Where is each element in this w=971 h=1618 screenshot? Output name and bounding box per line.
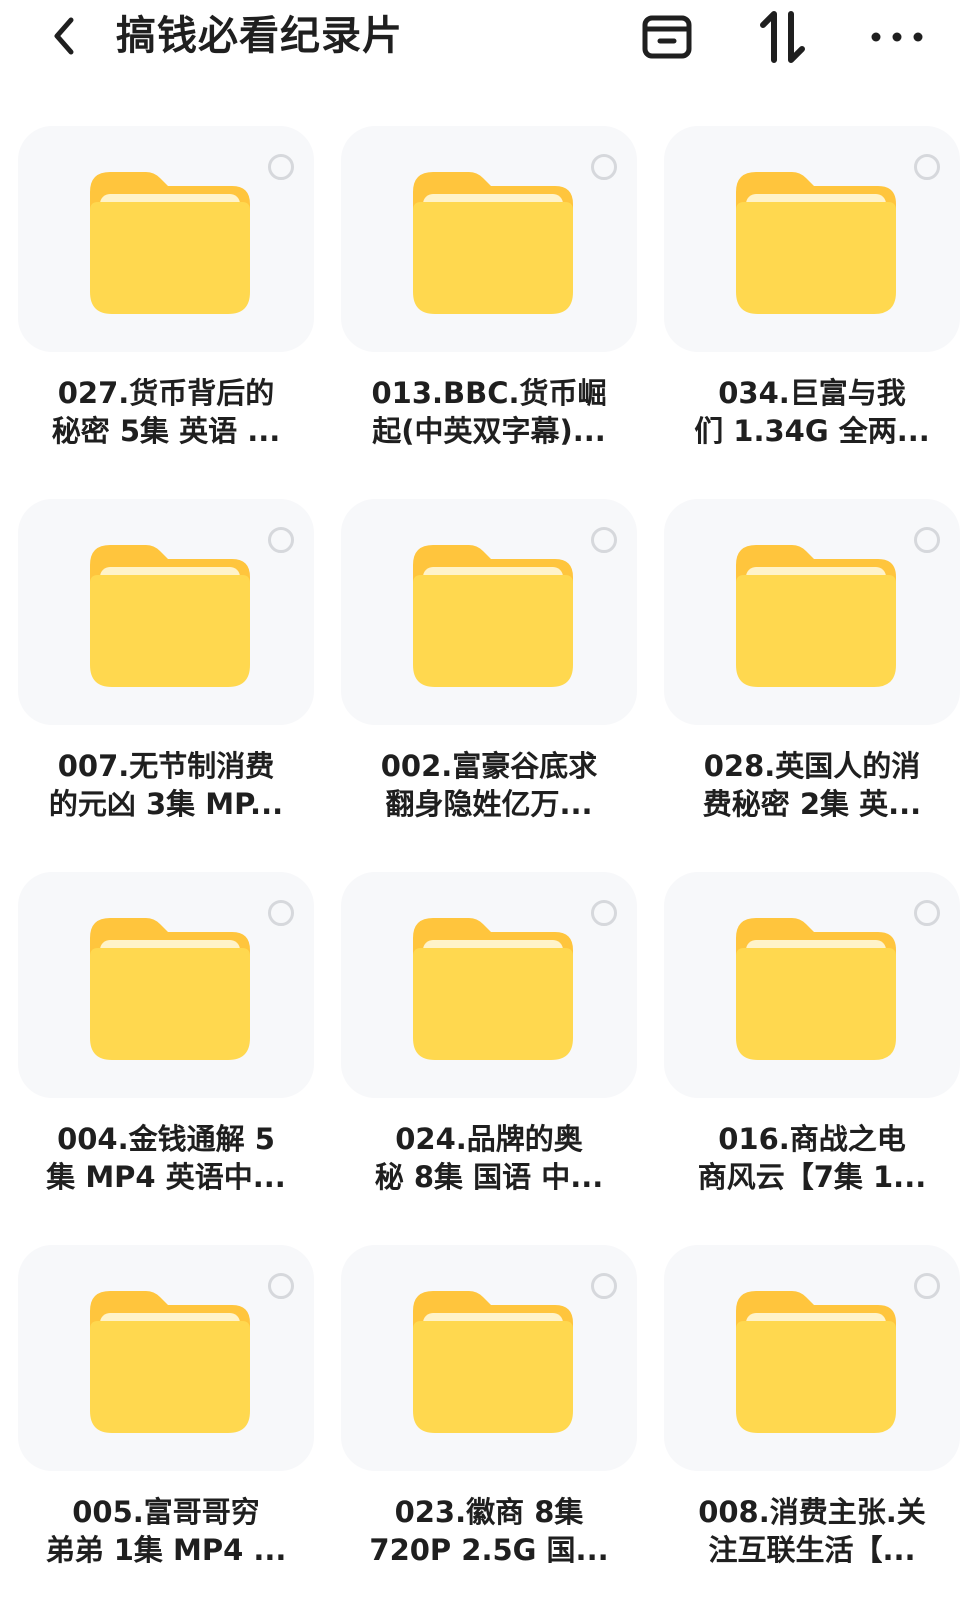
folder-thumbnail[interactable] <box>18 1245 314 1471</box>
folder-item[interactable]: 028.英国人的消 费秘密 2集 英... <box>664 499 960 872</box>
folder-name-line2: 起(中英双字幕)... <box>372 414 606 448</box>
folder-name: 016.商战之电 商风云【7集 1... <box>672 1120 952 1196</box>
select-checkbox[interactable] <box>591 900 617 926</box>
folder-item[interactable]: 016.商战之电 商风云【7集 1... <box>664 872 960 1245</box>
folder-icon <box>90 172 250 314</box>
select-checkbox[interactable] <box>914 527 940 553</box>
archive-icon <box>642 15 692 59</box>
folder-name: 008.消费主张.关 注互联生活【... <box>672 1493 952 1569</box>
folder-thumbnail[interactable] <box>341 499 637 725</box>
folder-icon <box>736 1291 896 1433</box>
folder-name: 023.徽商 8集 720P 2.5G 国... <box>349 1493 629 1569</box>
folder-name: 005.富哥哥穷 弟弟 1集 MP4 ... <box>26 1493 306 1569</box>
folder-item[interactable]: 008.消费主张.关 注互联生活【... <box>664 1245 960 1618</box>
folder-item[interactable]: 005.富哥哥穷 弟弟 1集 MP4 ... <box>18 1245 314 1618</box>
folder-name-line2: 翻身隐姓亿万... <box>385 787 593 821</box>
select-checkbox[interactable] <box>591 527 617 553</box>
select-checkbox[interactable] <box>914 1273 940 1299</box>
sort-icon <box>760 11 805 63</box>
folder-icon <box>90 1291 250 1433</box>
folder-item[interactable]: 024.品牌的奥 秘 8集 国语 中... <box>341 872 637 1245</box>
folder-name-line1: 024.品牌的奥 <box>395 1122 583 1156</box>
folder-thumbnail[interactable] <box>341 126 637 352</box>
folder-name-line2: 720P 2.5G 国... <box>369 1533 609 1567</box>
back-button[interactable] <box>40 12 88 60</box>
folder-icon <box>413 172 573 314</box>
folder-name-line1: 002.富豪谷底求 <box>380 749 598 783</box>
folder-thumbnail[interactable] <box>664 126 960 352</box>
folder-name: 007.无节制消费 的元凶 3集 MP... <box>26 747 306 823</box>
folder-name-line2: 费秘密 2集 英... <box>702 787 922 821</box>
folder-name: 028.英国人的消 费秘密 2集 英... <box>672 747 952 823</box>
folder-item[interactable]: 023.徽商 8集 720P 2.5G 国... <box>341 1245 637 1618</box>
folder-name-line2: 弟弟 1集 MP4 ... <box>45 1533 287 1567</box>
folder-name-line1: 023.徽商 8集 <box>394 1495 584 1529</box>
folder-item[interactable]: 007.无节制消费 的元凶 3集 MP... <box>18 499 314 872</box>
folder-name: 027.货币背后的 秘密 5集 英语 ... <box>26 374 306 450</box>
folder-item[interactable]: 013.BBC.货币崛 起(中英双字幕)... <box>341 126 637 499</box>
folder-thumbnail[interactable] <box>18 499 314 725</box>
folder-name-line1: 007.无节制消费 <box>57 749 275 783</box>
select-checkbox[interactable] <box>591 1273 617 1299</box>
folder-icon <box>90 545 250 687</box>
select-checkbox[interactable] <box>268 900 294 926</box>
folder-name: 024.品牌的奥 秘 8集 国语 中... <box>349 1120 629 1196</box>
folder-icon <box>413 545 573 687</box>
select-checkbox[interactable] <box>268 154 294 180</box>
folder-name-line1: 004.金钱通解 5 <box>57 1122 275 1156</box>
folder-name-line2: 商风云【7集 1... <box>697 1160 927 1194</box>
folder-name-line2: 们 1.34G 全两... <box>694 414 930 448</box>
folder-name-line1: 027.货币背后的 <box>57 376 275 410</box>
select-checkbox[interactable] <box>268 1273 294 1299</box>
folder-thumbnail[interactable] <box>664 499 960 725</box>
select-checkbox[interactable] <box>914 154 940 180</box>
folder-thumbnail[interactable] <box>341 872 637 1098</box>
folder-name-line1: 016.商战之电 <box>718 1122 906 1156</box>
folder-name: 004.金钱通解 5 集 MP4 英语中... <box>26 1120 306 1196</box>
folder-name-line2: 的元凶 3集 MP... <box>48 787 284 821</box>
select-checkbox[interactable] <box>591 154 617 180</box>
folder-icon <box>413 918 573 1060</box>
folder-name: 013.BBC.货币崛 起(中英双字幕)... <box>349 374 629 450</box>
folder-icon <box>736 172 896 314</box>
folder-name-line1: 008.消费主张.关 <box>698 1495 926 1529</box>
archive-button[interactable] <box>636 8 698 66</box>
folder-name: 034.巨富与我 们 1.34G 全两... <box>672 374 952 450</box>
folder-name-line1: 005.富哥哥穷 <box>72 1495 260 1529</box>
select-checkbox[interactable] <box>914 900 940 926</box>
page-title: 搞钱必看纪录片 <box>116 13 403 59</box>
folder-thumbnail[interactable] <box>664 1245 960 1471</box>
folder-name: 002.富豪谷底求 翻身隐姓亿万... <box>349 747 629 823</box>
folder-name-line2: 集 MP4 英语中... <box>46 1160 286 1194</box>
more-horizontal-icon <box>871 32 923 42</box>
folder-item[interactable]: 034.巨富与我 们 1.34G 全两... <box>664 126 960 499</box>
more-button[interactable] <box>866 8 928 66</box>
folder-name-line1: 028.英国人的消 <box>703 749 921 783</box>
folder-thumbnail[interactable] <box>18 126 314 352</box>
folder-name-line2: 注互联生活【... <box>708 1533 916 1567</box>
sort-button[interactable] <box>752 8 814 66</box>
folder-name-line1: 013.BBC.货币崛 <box>371 376 607 410</box>
folder-name-line2: 秘密 5集 英语 ... <box>51 414 281 448</box>
folder-name-line1: 034.巨富与我 <box>718 376 906 410</box>
folder-icon <box>90 918 250 1060</box>
folder-icon <box>736 918 896 1060</box>
select-checkbox[interactable] <box>268 527 294 553</box>
folder-item[interactable]: 027.货币背后的 秘密 5集 英语 ... <box>18 126 314 499</box>
folder-grid: 027.货币背后的 秘密 5集 英语 ... 013.BBC.货币崛 起(中英双… <box>18 126 960 1618</box>
top-bar: 搞钱必看纪录片 <box>0 0 971 76</box>
folder-thumbnail[interactable] <box>664 872 960 1098</box>
folder-thumbnail[interactable] <box>341 1245 637 1471</box>
folder-icon <box>736 545 896 687</box>
folder-thumbnail[interactable] <box>18 872 314 1098</box>
folder-item[interactable]: 002.富豪谷底求 翻身隐姓亿万... <box>341 499 637 872</box>
folder-item[interactable]: 004.金钱通解 5 集 MP4 英语中... <box>18 872 314 1245</box>
chevron-left-icon <box>54 17 74 55</box>
folder-icon <box>413 1291 573 1433</box>
folder-name-line2: 秘 8集 国语 中... <box>374 1160 604 1194</box>
